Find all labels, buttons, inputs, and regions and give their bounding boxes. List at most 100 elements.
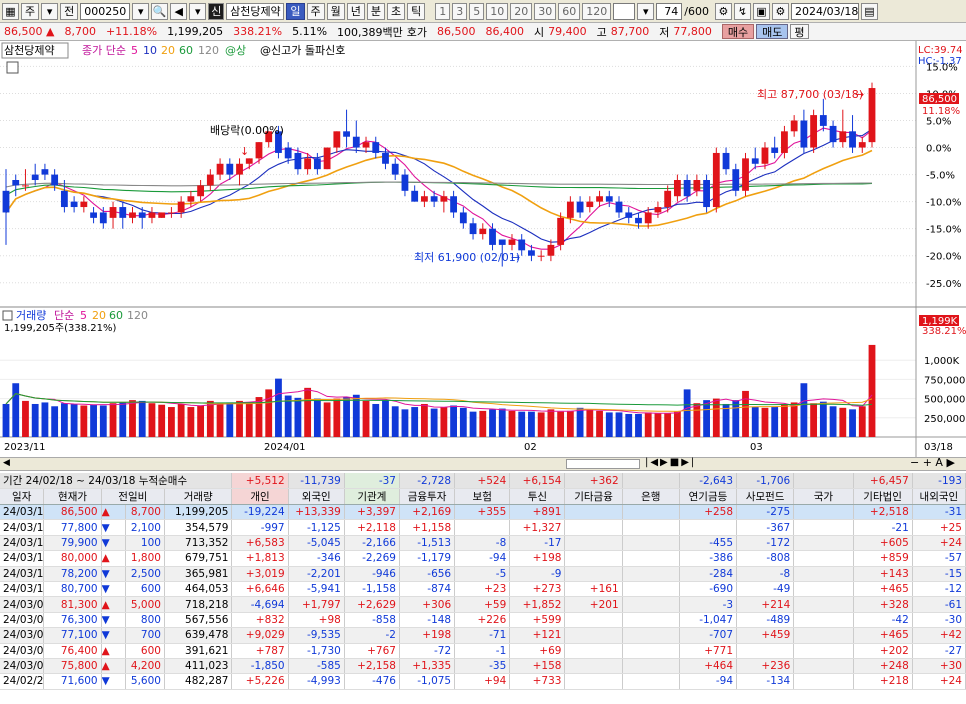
period-from[interactable]: 24/02/18 xyxy=(22,475,73,487)
period-day[interactable]: 일 xyxy=(286,2,305,20)
x-label-right: 03/18 xyxy=(924,442,953,453)
candle-body xyxy=(362,142,370,148)
column-header[interactable]: 내외국인 xyxy=(912,488,966,505)
interval-20[interactable]: 20 xyxy=(510,2,533,20)
column-header[interactable]: 국가 xyxy=(793,488,854,505)
column-header[interactable]: 투신 xyxy=(509,488,566,505)
legend-ma-label: 종가 단순 xyxy=(82,44,126,57)
stock-code-input[interactable]: 000250 xyxy=(80,2,131,20)
table-row[interactable]: 24/03/1577,800▼2,100354,579-997-1,125+2,… xyxy=(0,519,966,536)
volume-bar xyxy=(158,404,166,437)
settings-icon[interactable] xyxy=(2,310,13,321)
legend-ma5: 5 xyxy=(131,44,138,57)
chevron-down-icon[interactable]: ▾ xyxy=(132,2,150,20)
period-month[interactable]: 월 xyxy=(326,2,345,20)
search-icon[interactable]: 🔍 xyxy=(151,2,169,20)
volume-bar xyxy=(664,413,672,437)
table-row[interactable]: 24/03/0475,800▲4,200411,023-1,850-585+2,… xyxy=(0,658,966,675)
column-header[interactable]: 기타법인 xyxy=(853,488,913,505)
table-row[interactable]: 24/03/0576,400▲600391,621+787-1,730+767-… xyxy=(0,643,966,659)
interval-120[interactable]: 120 xyxy=(582,2,612,20)
save-icon[interactable]: ▣ xyxy=(752,2,770,20)
playback-controls[interactable]: |◀▶■▶| xyxy=(645,457,696,468)
column-header[interactable]: 금융투자 xyxy=(399,488,456,505)
chart-scrollbar[interactable]: ◀ |◀▶■▶| − + A ▶ xyxy=(0,456,966,471)
calendar-icon[interactable]: ▤ xyxy=(860,2,878,20)
interval-60[interactable]: 60 xyxy=(558,2,581,20)
x-label-jan: 2024/01 xyxy=(264,442,306,453)
date-input[interactable]: 2024/03/18 xyxy=(790,2,859,20)
table-row[interactable]: 24/03/0881,300▲5,000718,218-4,694+1,797+… xyxy=(0,596,966,613)
candle-body xyxy=(411,190,419,202)
grid-icon[interactable]: ▦ xyxy=(2,2,19,20)
period-second[interactable]: 초 xyxy=(387,2,406,20)
investor-cell: +23 xyxy=(454,581,511,598)
mode-select[interactable]: 전 xyxy=(60,2,79,20)
investor-cell xyxy=(793,627,854,644)
column-header[interactable]: 거래량 xyxy=(164,488,233,505)
table-row[interactable]: 24/03/1278,200▼2,500365,981+3,019-2,201-… xyxy=(0,566,966,582)
buy-button[interactable]: 매수 xyxy=(721,24,755,39)
count-input[interactable]: 74 xyxy=(656,2,683,20)
table-row[interactable]: 24/03/0776,300▼800567,556+832+98-858-148… xyxy=(0,612,966,629)
column-header[interactable]: 은행 xyxy=(622,488,680,505)
chevron-down-icon[interactable]: ▾ xyxy=(189,2,207,20)
column-header[interactable]: 개인 xyxy=(231,488,289,505)
scroll-thumb[interactable] xyxy=(566,459,640,469)
dividend-annotation: 배당락(0.00%) xyxy=(210,124,284,137)
chevron-down-icon[interactable]: ▾ xyxy=(41,2,59,20)
zoom-controls[interactable]: − + A ▶ xyxy=(910,456,955,469)
column-header[interactable]: 기타금융 xyxy=(564,488,623,505)
period-year[interactable]: 년 xyxy=(346,2,365,20)
interval-10[interactable]: 10 xyxy=(486,2,509,20)
table-row[interactable]: 24/03/1180,700▼600464,053+6,646-5,941-1,… xyxy=(0,581,966,598)
interval-1[interactable]: 1 xyxy=(435,2,451,20)
price-chart[interactable]: 삼천당제약 종가 단순 5 10 20 60 120 @상 @신고가 돌파신호 … xyxy=(0,41,966,461)
chart-icon[interactable]: ↯ xyxy=(733,2,751,20)
grid-icon[interactable] xyxy=(6,61,19,74)
volume-bar xyxy=(51,406,59,437)
period-range[interactable]: 기간 24/02/18 ~ 24/03/18 누적순매수 xyxy=(0,473,233,489)
interval-5[interactable]: 5 xyxy=(469,2,485,20)
period-minute[interactable]: 분 xyxy=(366,2,385,20)
scroll-left-icon[interactable]: ◀ xyxy=(3,458,10,468)
interval-30[interactable]: 30 xyxy=(534,2,557,20)
table-row[interactable]: 24/03/1886,500▲8,7001,199,205-19,224+13,… xyxy=(0,504,966,521)
candle-body xyxy=(245,158,253,164)
candle-body xyxy=(450,196,458,213)
chevron-down-icon[interactable]: ▾ xyxy=(637,2,655,20)
table-row[interactable]: 24/03/0677,100▼700639,478+9,029-9,535-2+… xyxy=(0,627,966,644)
type-select[interactable]: 주 xyxy=(21,2,40,20)
column-header[interactable]: 현재가 xyxy=(43,488,102,505)
interval-input[interactable] xyxy=(613,2,636,20)
volume-cell: 1,199,205 xyxy=(164,504,233,521)
column-header[interactable]: 보험 xyxy=(454,488,511,505)
candle-body xyxy=(51,174,59,186)
column-header[interactable]: 사모펀드 xyxy=(736,488,795,505)
candle-body xyxy=(60,190,68,208)
settings-icon[interactable]: ⚙ xyxy=(714,2,732,20)
table-row[interactable]: 24/02/2971,600▼5,600482,287+5,226-4,993-… xyxy=(0,673,966,690)
volume-bar xyxy=(99,405,107,437)
chart-svg[interactable]: 삼천당제약 종가 단순 5 10 20 60 120 @상 @신고가 돌파신호 … xyxy=(0,41,966,461)
price-cell: 71,600 xyxy=(43,673,102,690)
column-header[interactable]: 전일비 xyxy=(101,488,165,505)
gear-icon[interactable]: ⚙ xyxy=(771,2,789,20)
sell-button[interactable]: 매도 xyxy=(756,24,789,39)
table-row[interactable]: 24/03/1380,000▲1,800679,751+1,813-346-2,… xyxy=(0,550,966,567)
column-header[interactable]: 일자 xyxy=(0,488,45,505)
candle-body xyxy=(625,212,633,218)
speaker-icon[interactable]: ◀ xyxy=(170,2,188,20)
investor-cell: +143 xyxy=(853,566,913,582)
column-header[interactable]: 기관계 xyxy=(344,488,400,505)
period-tick[interactable]: 틱 xyxy=(407,2,426,20)
column-header[interactable]: 외국인 xyxy=(288,488,345,505)
column-header[interactable]: 연기금등 xyxy=(679,488,738,505)
investor-cell xyxy=(793,535,854,552)
table-row[interactable]: 24/03/1479,900▼100713,352+6,583-5,045-2,… xyxy=(0,535,966,552)
interval-3[interactable]: 3 xyxy=(452,2,468,20)
investor-cell: -2,166 xyxy=(344,535,400,552)
eval-button[interactable]: 평 xyxy=(790,24,809,39)
period-week[interactable]: 주 xyxy=(306,2,325,20)
period-to[interactable]: ~ 24/03/18 xyxy=(73,475,135,487)
